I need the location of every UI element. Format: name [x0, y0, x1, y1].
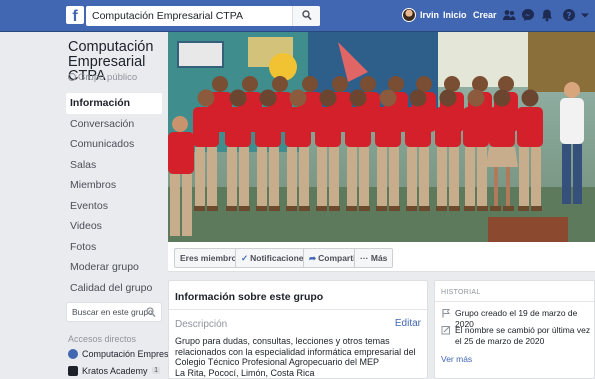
friends-icon[interactable]	[502, 8, 516, 22]
nav-create-link[interactable]: Crear	[473, 10, 497, 20]
notifications-icon[interactable]	[540, 8, 554, 22]
nav-profile-link[interactable]: Irvin	[420, 10, 439, 20]
cover-photo[interactable]	[168, 32, 595, 242]
edit-description-link[interactable]: Editar	[395, 318, 421, 329]
description-body: Grupo para dudas, consultas, lecciones y…	[175, 336, 416, 367]
search-input-value: Computación Empresarial CTPA	[92, 10, 243, 22]
about-group-card: Información sobre este grupo Descripción…	[168, 280, 428, 379]
description-label: Descripción	[175, 319, 228, 330]
divider	[435, 301, 594, 302]
page-icon	[68, 366, 78, 376]
sidebar-item-calidad-del-grupo[interactable]: Calidad del grupo	[66, 278, 162, 299]
group-search-placeholder: Buscar en este grupo	[72, 307, 153, 317]
top-bar: f Computación Empresarial CTPA Irvin Ini…	[0, 0, 595, 32]
notifications-label: Notificaciones	[250, 253, 309, 263]
more-button[interactable]: ··· Más	[354, 248, 394, 268]
group-search-input[interactable]: Buscar en este grupo	[66, 302, 162, 322]
description-location: La Rita, Pococí, Limón, Costa Rica	[175, 367, 315, 378]
sidebar-item-videos[interactable]: Videos	[66, 216, 162, 237]
shortcut-item[interactable]: Kratos Academy 1	[68, 366, 164, 379]
check-icon: ✓	[241, 253, 249, 263]
svg-text:?: ?	[566, 11, 571, 21]
description-text: Grupo para dudas, consultas, lecciones y…	[175, 336, 423, 378]
search-icon	[302, 10, 312, 21]
account-menu-icon[interactable]	[580, 8, 594, 22]
shortcut-label: Kratos Academy	[82, 366, 148, 376]
sidebar-item-fotos[interactable]: Fotos	[66, 237, 162, 258]
history-card: HISTORIAL Grupo creado el 19 de marzo de…	[434, 280, 595, 379]
sidebar-item-miembros[interactable]: Miembros	[66, 175, 162, 196]
divider	[169, 309, 427, 310]
member-status-label: Eres miembro	[180, 253, 237, 263]
facebook-group-page: f Computación Empresarial CTPA Irvin Ini…	[0, 0, 595, 379]
shortcuts-heading: Accesos directos	[68, 334, 137, 344]
sidebar-item-conversacion[interactable]: Conversación	[66, 114, 162, 135]
globe-icon	[68, 73, 76, 81]
history-renamed-text: El nombre se cambió por última vez el 25…	[455, 325, 591, 346]
search-icon	[146, 307, 156, 318]
shortcut-item[interactable]: Computación Empresar...	[68, 349, 184, 363]
facebook-logo-icon[interactable]: f	[66, 6, 84, 24]
group-privacy: Grupo público	[68, 72, 137, 83]
about-title: Información sobre este grupo	[175, 291, 324, 303]
group-nav-menu: Información Conversación Comunicados Sal…	[66, 93, 162, 298]
help-icon[interactable]: ?	[562, 8, 576, 22]
more-dots-icon: ···	[360, 253, 369, 263]
search-input[interactable]: Computación Empresarial CTPA	[86, 6, 320, 26]
flag-icon	[442, 309, 450, 318]
sidebar-item-moderar-grupo[interactable]: Moderar grupo	[66, 257, 162, 278]
sidebar-item-informacion[interactable]: Información	[66, 93, 162, 114]
more-label: Más	[370, 253, 388, 263]
sidebar-item-salas[interactable]: Salas	[66, 155, 162, 176]
user-avatar[interactable]	[402, 8, 416, 22]
group-action-bar: Eres miembro ▾ ✓Notificaciones ➦Comparti…	[168, 242, 595, 272]
sidebar-item-eventos[interactable]: Eventos	[66, 196, 162, 217]
group-icon	[68, 349, 78, 359]
search-button[interactable]	[292, 6, 320, 26]
edit-icon	[441, 326, 450, 335]
share-icon: ➦	[309, 253, 317, 263]
messenger-icon[interactable]	[521, 8, 535, 22]
see-more-link[interactable]: Ver más	[441, 354, 472, 364]
history-item: El nombre se cambió por última vez el 25…	[441, 325, 593, 346]
shortcut-count-badge: 1	[152, 367, 160, 374]
share-label: Compartir	[318, 253, 359, 263]
nav-home-link[interactable]: Inicio	[443, 10, 467, 20]
history-title: HISTORIAL	[441, 289, 481, 296]
sidebar-item-comunicados[interactable]: Comunicados	[66, 134, 162, 155]
group-privacy-label: Grupo público	[78, 72, 138, 83]
